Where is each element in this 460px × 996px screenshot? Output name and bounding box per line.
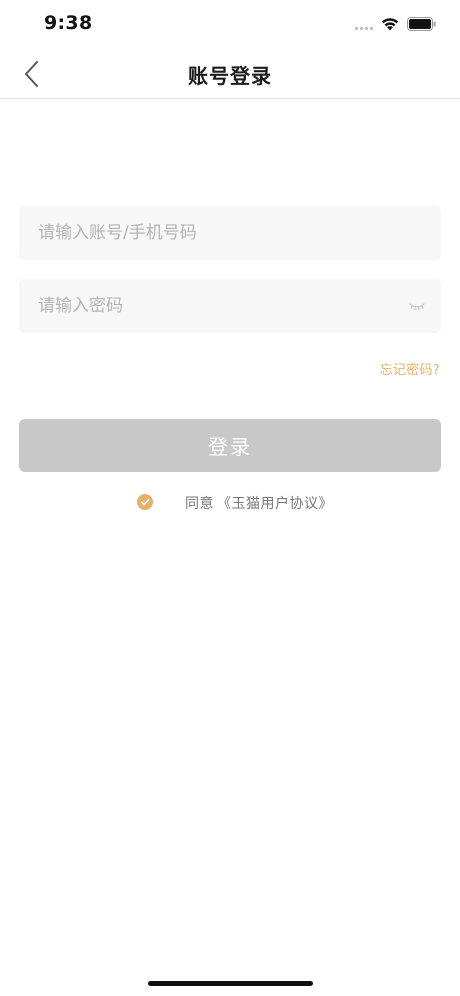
- forgot-password-link[interactable]: 忘记密码?: [380, 359, 440, 378]
- account-field: [19, 206, 441, 260]
- agreement-row: 同意 《玉猫用户协议》: [0, 491, 460, 513]
- check-circle-icon[interactable]: [137, 494, 153, 510]
- status-bar: 9:38: [0, 0, 460, 50]
- user-agreement-link[interactable]: 《玉猫用户协议》: [217, 493, 333, 513]
- status-time: 9:38: [44, 12, 93, 34]
- password-field: [19, 279, 441, 333]
- login-button[interactable]: 登录: [19, 419, 441, 472]
- home-indicator: [148, 981, 313, 986]
- password-input[interactable]: [19, 279, 441, 333]
- eye-closed-icon[interactable]: [409, 299, 425, 313]
- wifi-icon: [381, 18, 399, 31]
- agree-label: 同意: [185, 496, 214, 512]
- account-input[interactable]: [19, 206, 441, 260]
- cellular-signal-icon: [355, 27, 373, 30]
- battery-icon: [407, 17, 436, 31]
- page-title: 账号登录: [188, 64, 272, 88]
- navigation-bar: 账号登录: [0, 50, 460, 99]
